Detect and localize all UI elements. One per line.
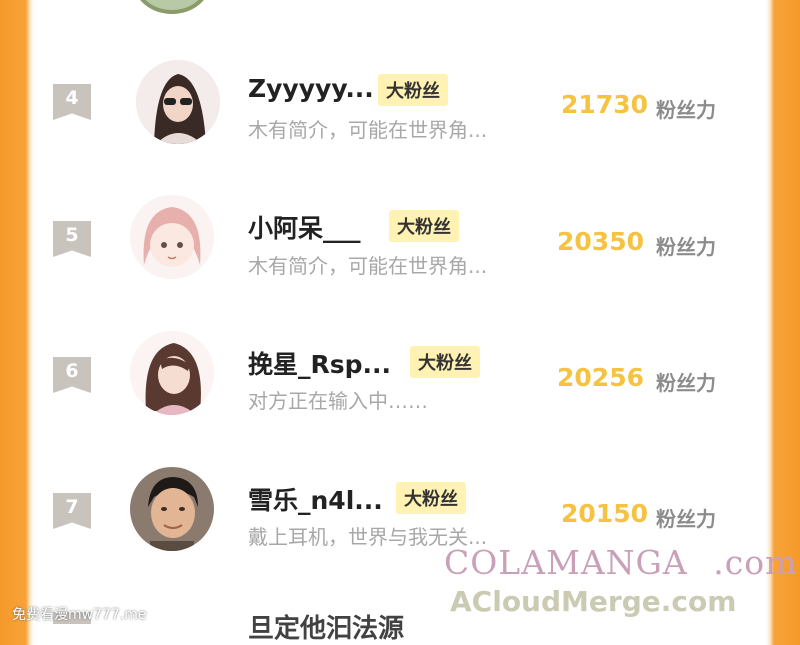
fan-badge: 大粉丝 bbox=[410, 346, 480, 378]
avatar-image bbox=[136, 60, 220, 144]
rank-tag: 4 bbox=[53, 84, 91, 120]
user-avatar[interactable] bbox=[130, 331, 214, 415]
rank-tag: 5 bbox=[53, 221, 91, 257]
fan-badge: 大粉丝 bbox=[396, 482, 466, 514]
avatar-image bbox=[130, 467, 214, 551]
user-avatar[interactable] bbox=[130, 195, 214, 279]
fan-score-unit: 粉丝力 bbox=[656, 371, 716, 395]
watermark-part: COLA bbox=[444, 543, 547, 582]
fan-badge: 大粉丝 bbox=[389, 210, 459, 242]
user-name[interactable]: 小阿呆___ bbox=[248, 209, 361, 245]
fan-score: 20150 bbox=[561, 499, 648, 528]
watermark-acloudmerge: ACloudMerge.com bbox=[450, 585, 737, 618]
user-bio: 木有简介，可能在世界角... bbox=[248, 254, 488, 278]
previous-user-avatar[interactable] bbox=[134, 0, 210, 14]
watermark-corner: 免费看漫mw777.me bbox=[12, 607, 147, 623]
user-bio: 木有简介，可能在世界角... bbox=[248, 118, 488, 142]
user-name[interactable]: 挽星_Rsp... bbox=[248, 345, 391, 381]
user-avatar[interactable] bbox=[130, 467, 214, 551]
watermark-part: .com bbox=[713, 543, 798, 582]
avatar-image bbox=[130, 195, 214, 279]
fan-score: 20350 bbox=[557, 227, 644, 256]
ranking-row[interactable]: 4 Zyyyyy... 大粉丝 木有简介，可能在世界角... 21730 粉丝力 bbox=[0, 48, 800, 158]
user-name[interactable]: Zyyyyy... bbox=[248, 74, 374, 103]
user-bio: 对方正在输入中…… bbox=[248, 389, 428, 413]
user-name[interactable]: 旦定他汩法源 bbox=[248, 608, 404, 645]
watermark-colamanga: COLAMANGA .com bbox=[444, 543, 797, 582]
fan-badge: 大粉丝 bbox=[378, 74, 448, 106]
user-avatar[interactable] bbox=[136, 60, 220, 144]
fan-score-unit: 粉丝力 bbox=[656, 98, 716, 122]
fan-score-unit: 粉丝力 bbox=[656, 507, 716, 531]
rank-tag: 6 bbox=[53, 357, 91, 393]
user-name[interactable]: 雪乐_n4l... bbox=[248, 481, 383, 517]
rank-tag: 7 bbox=[53, 493, 91, 529]
avatar-image bbox=[130, 331, 214, 415]
fan-score: 21730 bbox=[561, 90, 648, 119]
ranking-row[interactable]: 6 挽星_Rsp... 大粉丝 对方正在输入中…… 20256 粉丝力 bbox=[0, 321, 800, 431]
fan-score: 20256 bbox=[557, 363, 644, 392]
fan-score-unit: 粉丝力 bbox=[656, 235, 716, 259]
watermark-part: MANGA bbox=[546, 543, 688, 582]
ranking-row[interactable]: 5 小阿呆___ 大粉丝 木有简介，可能在世界角... 20350 粉丝力 bbox=[0, 185, 800, 295]
